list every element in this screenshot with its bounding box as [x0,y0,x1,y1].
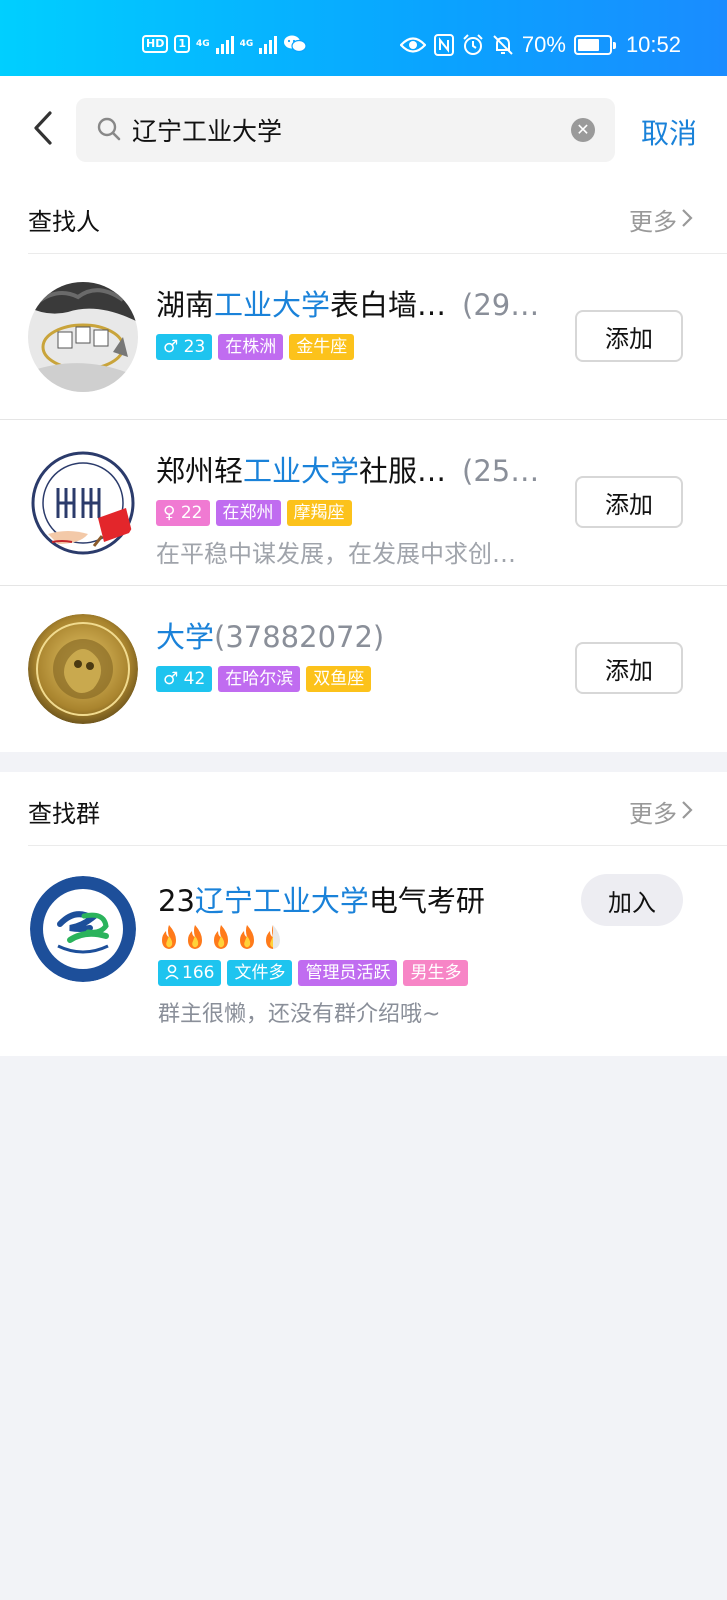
battery-percent: 70% [521,32,566,57]
search-box[interactable]: ✕ [76,98,615,162]
name-suffix: 电气考研 [368,884,485,918]
gender-age-tag: ♂ 23 [156,334,213,360]
flame-icon [240,925,254,949]
search-input[interactable] [132,108,532,152]
name-highlight: 工业大学 [214,288,331,322]
person-signature: 在平稳中谋发展，在发展中求创… [156,540,516,568]
person-name[interactable]: 湖南工业大学表白墙… (29… [156,282,539,324]
add-friend-button[interactable]: 添加 [575,642,683,694]
search-icon [97,117,121,141]
signal-icon-2 [259,34,278,54]
chevron-right-icon[interactable] [681,208,693,228]
group-tags: 166 文件多 管理员活跃 男生多 [158,960,469,986]
person-name[interactable]: 大学(37882072) [156,614,384,656]
files-tag: 文件多 [227,960,293,986]
location-tag: 在哈尔滨 [218,666,301,692]
network-type-2: 4G [239,38,254,49]
avatar[interactable] [28,282,138,392]
status-right: 70% 10:52 [399,32,681,58]
name-highlight: 大学 [156,620,215,654]
status-left: HD 1 4G 4G [142,34,307,54]
avatar[interactable] [28,448,138,558]
mute-icon [493,35,513,55]
flame-icon [188,925,202,949]
person-number: (29… [462,288,540,322]
wechat-icon [284,35,307,53]
join-group-button[interactable]: 加入 [581,874,683,926]
more-people-link[interactable]: 更多 [629,202,677,237]
name-suffix: 社服… [359,454,447,488]
network-type-1: 4G [196,38,210,49]
search-header: ✕ 取消 [0,76,727,180]
clear-icon[interactable]: ✕ [571,118,595,142]
clock: 10:52 [625,32,681,57]
location-tag: 在株洲 [218,334,284,360]
group-name[interactable]: 23辽宁工业大学电气考研 [158,878,485,920]
member-count: 166 [182,963,215,983]
status-bar: HD 1 4G 4G 70% 10:52 [0,0,727,76]
flame-icon [162,925,176,949]
person-row[interactable]: 郑州轻工业大学社服… (25… ♀ 22 在郑州 摩羯座 在平稳中谋发展，在发展中… [0,420,727,586]
chevron-right-icon[interactable] [681,800,693,820]
group-row[interactable]: 23辽宁工业大学电气考研 166 文件多 管理员活跃 男生多 群主很懒，还没有群… [0,846,727,1056]
battery-fill [577,39,599,51]
sim-badge: 1 [174,35,190,53]
cancel-button[interactable]: 取消 [641,112,697,152]
group-activity-flames [158,924,284,950]
signal-icon [215,34,234,54]
person-row[interactable]: 湖南工业大学表白墙… (29… ♂ 23 在株洲 金牛座 添加 [0,254,727,420]
add-friend-button[interactable]: 添加 [575,310,683,362]
name-prefix: 23 [158,884,195,918]
person-tags: ♂ 23 在株洲 金牛座 [156,334,355,360]
admin-active-tag: 管理员活跃 [298,960,398,986]
gender-age-tag: ♂ 42 [156,666,213,692]
person-name[interactable]: 郑州轻工业大学社服… (25… [156,448,539,490]
zodiac-tag: 金牛座 [289,334,355,360]
name-highlight: 工业大学 [243,454,360,488]
nfc-icon [433,34,454,56]
groups-section: 查找群 更多 23辽宁工业大学电气考研 166 文件多 管理员活跃 男生多 群主… [0,772,727,1056]
flame-icon [266,925,280,949]
alarm-icon [463,34,483,55]
section-title: 查找群 [28,800,100,828]
group-avatar[interactable] [30,876,136,982]
flame-icon [214,925,228,949]
battery-icon [573,35,616,55]
person-number: (37882072) [214,620,385,654]
person-row[interactable]: 大学(37882072) ♂ 42 在哈尔滨 双鱼座 添加 [0,586,727,752]
add-friend-button[interactable]: 添加 [575,476,683,528]
people-section: 查找人 更多 湖南工业大学表白墙… (29… ♂ 23 在株洲 金牛座 添加 郑… [0,180,727,752]
eye-icon [399,37,426,53]
name-highlight: 辽宁工业大学 [194,884,369,918]
back-icon[interactable] [28,110,58,146]
hd-badge: HD [142,35,169,53]
person-tags: ♀ 22 在郑州 摩羯座 [156,500,352,526]
person-icon [165,964,179,980]
zodiac-tag: 摩羯座 [286,500,352,526]
name-suffix: 表白墙… [330,288,447,322]
gender-ratio-tag: 男生多 [403,960,469,986]
avatar[interactable] [28,614,138,724]
section-title: 查找人 [28,208,100,236]
zodiac-tag: 双鱼座 [306,666,372,692]
location-tag: 在郑州 [215,500,281,526]
people-section-header: 查找人 更多 [28,180,727,254]
gender-age-tag: ♀ 22 [156,500,210,526]
name-prefix: 郑州轻 [156,454,244,488]
group-description: 群主很懒，还没有群介绍哦~ [158,1002,441,1027]
groups-section-header: 查找群 更多 [28,772,727,846]
person-number: (25… [462,454,540,488]
member-count-tag: 166 [158,960,222,986]
more-groups-link[interactable]: 更多 [629,794,677,829]
name-prefix: 湖南 [156,288,215,322]
person-tags: ♂ 42 在哈尔滨 双鱼座 [156,666,372,692]
